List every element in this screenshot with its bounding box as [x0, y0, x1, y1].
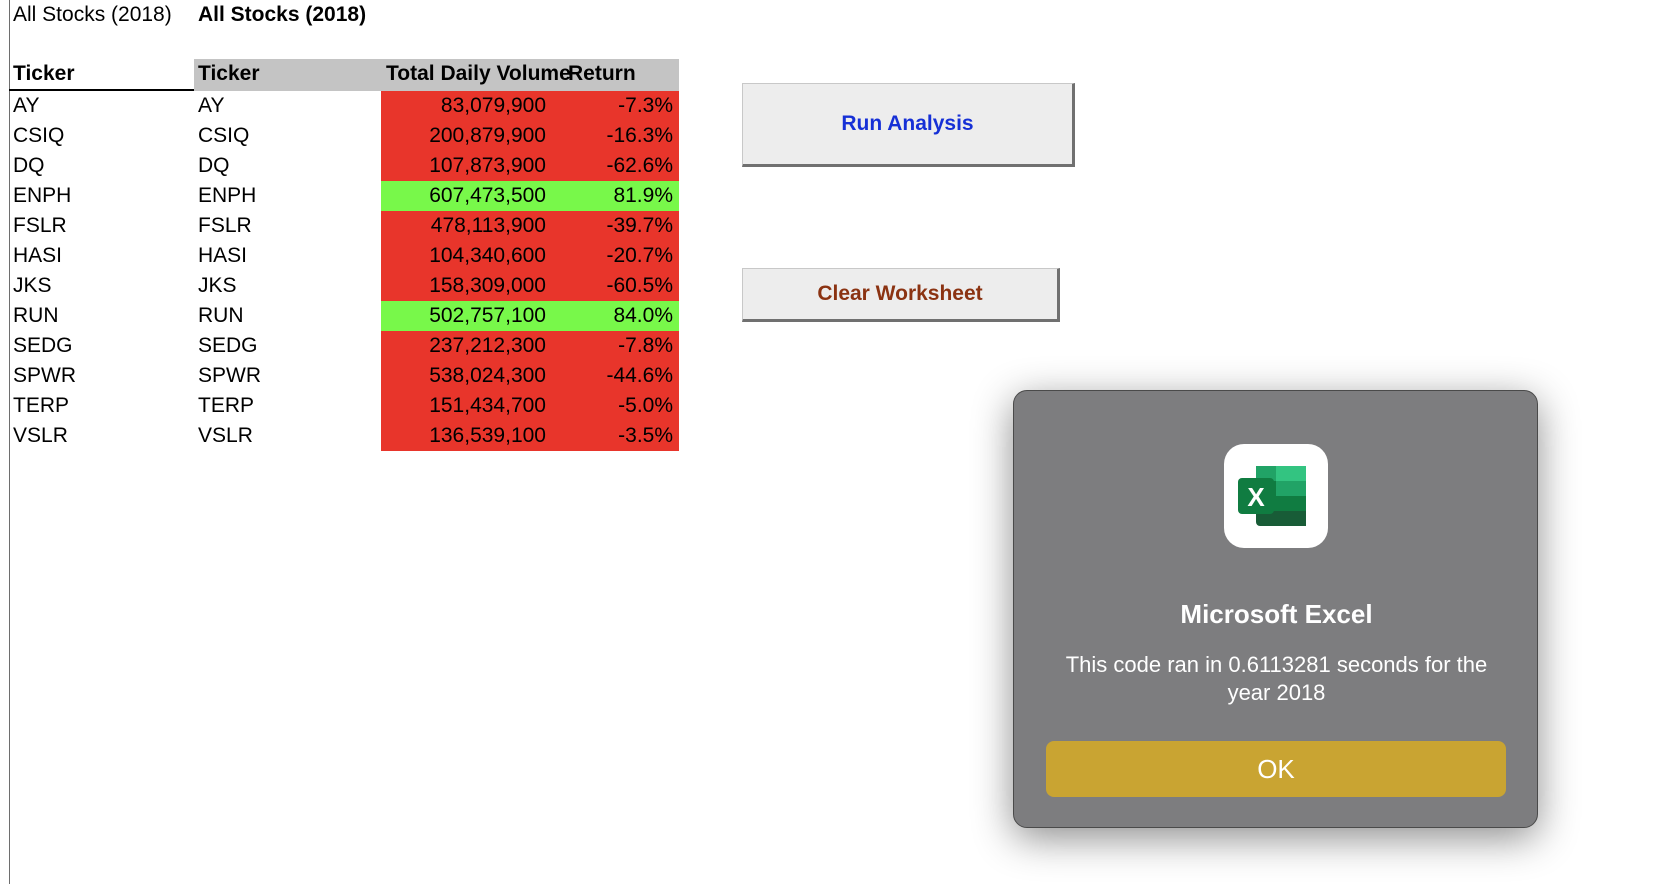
header-total-daily-volume: Total Daily Volume [386, 62, 571, 85]
ticker-cell-right[interactable]: SEDG [198, 331, 258, 361]
return-cell[interactable]: -62.6% [560, 151, 673, 181]
volume-cell[interactable]: 136,539,100 [381, 421, 546, 451]
dialog-message: This code ran in 0.6113281 seconds for t… [1065, 652, 1488, 705]
ticker-cell-left[interactable]: TERP [13, 391, 69, 421]
return-cell[interactable]: -39.7% [560, 211, 673, 241]
ticker-cell-right[interactable]: DQ [198, 151, 230, 181]
ticker-cell-left[interactable]: RUN [13, 301, 59, 331]
ticker-cell-right[interactable]: RUN [198, 301, 244, 331]
ticker-cell-right[interactable]: AY [198, 91, 224, 121]
ticker-cell-right[interactable]: FSLR [198, 211, 252, 241]
volume-cell[interactable]: 158,309,000 [381, 271, 546, 301]
ticker-cell-right[interactable]: CSIQ [198, 121, 249, 151]
volume-cell[interactable]: 83,079,900 [381, 91, 546, 121]
ok-button[interactable]: OK [1046, 741, 1506, 797]
volume-cell[interactable]: 607,473,500 [381, 181, 546, 211]
ticker-cell-right[interactable]: HASI [198, 241, 247, 271]
return-cell[interactable]: -60.5% [560, 271, 673, 301]
return-cell[interactable]: -20.7% [560, 241, 673, 271]
return-cell[interactable]: -16.3% [560, 121, 673, 151]
volume-cell[interactable]: 151,434,700 [381, 391, 546, 421]
run-analysis-button[interactable]: Run Analysis [742, 83, 1075, 167]
volume-cell[interactable]: 502,757,100 [381, 301, 546, 331]
ticker-cell-right[interactable]: JKS [198, 271, 237, 301]
ticker-cell-left[interactable]: CSIQ [13, 121, 64, 151]
ticker-cell-right[interactable]: TERP [198, 391, 254, 421]
return-cell[interactable]: -3.5% [560, 421, 673, 451]
ticker-cell-left[interactable]: HASI [13, 241, 62, 271]
header-return: Return [568, 62, 636, 85]
dialog-title: Microsoft Excel [1180, 599, 1373, 629]
ticker-cell-right[interactable]: ENPH [198, 181, 256, 211]
ticker-cell-left[interactable]: SEDG [13, 331, 73, 361]
volume-cell[interactable]: 104,340,600 [381, 241, 546, 271]
return-cell[interactable]: -7.8% [560, 331, 673, 361]
excel-app-icon: X [1224, 444, 1328, 548]
volume-cell[interactable]: 538,024,300 [381, 361, 546, 391]
volume-cell[interactable]: 107,873,900 [381, 151, 546, 181]
ticker-cell-left[interactable]: SPWR [13, 361, 76, 391]
ticker-cell-left[interactable]: DQ [13, 151, 45, 181]
header-ticker-left: Ticker [13, 62, 75, 85]
return-cell[interactable]: -7.3% [560, 91, 673, 121]
return-cell[interactable]: 81.9% [560, 181, 673, 211]
ticker-cell-left[interactable]: JKS [13, 271, 52, 301]
ticker-cell-right[interactable]: VSLR [198, 421, 253, 451]
return-cell[interactable]: 84.0% [560, 301, 673, 331]
ticker-cell-left[interactable]: VSLR [13, 421, 68, 451]
header-ticker-right: Ticker [198, 62, 260, 85]
return-cell[interactable]: -44.6% [560, 361, 673, 391]
ticker-cell-right[interactable]: SPWR [198, 361, 261, 391]
left-column-edge [0, 0, 10, 884]
sheet-title-right: All Stocks (2018) [198, 3, 367, 26]
ticker-cell-left[interactable]: FSLR [13, 211, 67, 241]
volume-cell[interactable]: 237,212,300 [381, 331, 546, 361]
alert-dialog: X Microsoft Excel This code ran in 0.611… [1013, 390, 1538, 828]
volume-cell[interactable]: 200,879,900 [381, 121, 546, 151]
ticker-cell-left[interactable]: ENPH [13, 181, 71, 211]
return-cell[interactable]: -5.0% [560, 391, 673, 421]
svg-text:X: X [1247, 482, 1265, 512]
clear-worksheet-button[interactable]: Clear Worksheet [742, 268, 1060, 322]
sheet-title-left: All Stocks (2018) [13, 3, 172, 26]
ticker-cell-left[interactable]: AY [13, 91, 39, 121]
volume-cell[interactable]: 478,113,900 [381, 211, 546, 241]
